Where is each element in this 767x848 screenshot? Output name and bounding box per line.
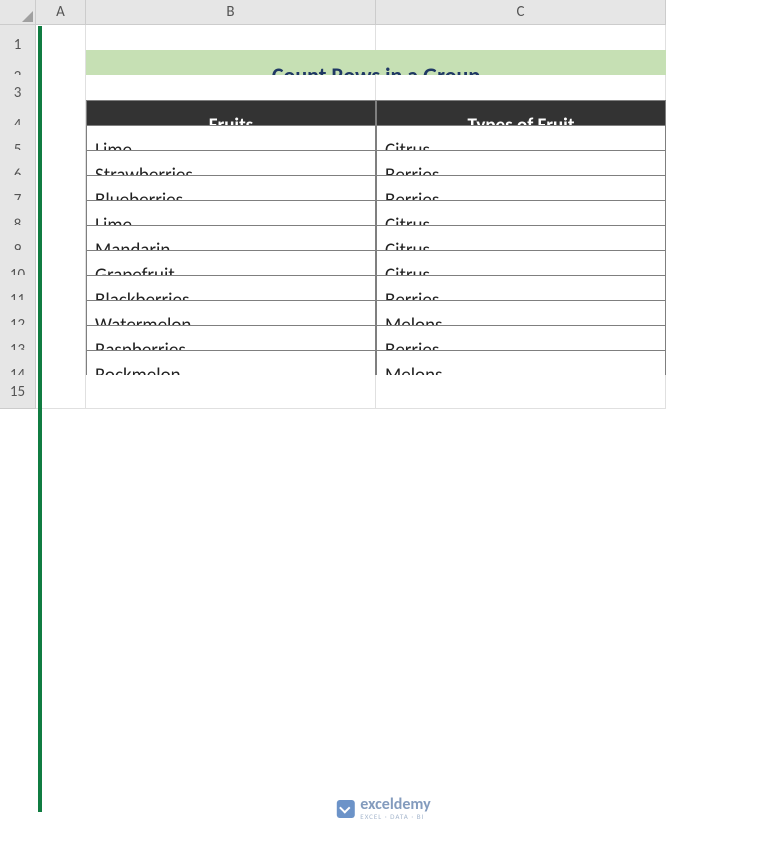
col-header-b[interactable]: B [86,0,376,25]
col-header-a[interactable]: A [36,0,86,25]
spreadsheet-grid: A B C 1 2 Count Rows in a Group 3 4 Frui… [0,0,767,400]
watermark: exceldemy EXCEL · DATA · BI [336,797,430,820]
cell-c15[interactable] [376,375,666,409]
col-header-c[interactable]: C [376,0,666,25]
watermark-subtext: EXCEL · DATA · BI [360,813,430,820]
watermark-text: exceldemy [360,797,430,813]
row-header-15[interactable]: 15 [0,375,36,409]
outline-indicator [38,26,42,812]
select-all-corner[interactable] [0,0,36,25]
cell-b15[interactable] [86,375,376,409]
cell-a15[interactable] [36,375,86,409]
watermark-icon [336,800,354,818]
